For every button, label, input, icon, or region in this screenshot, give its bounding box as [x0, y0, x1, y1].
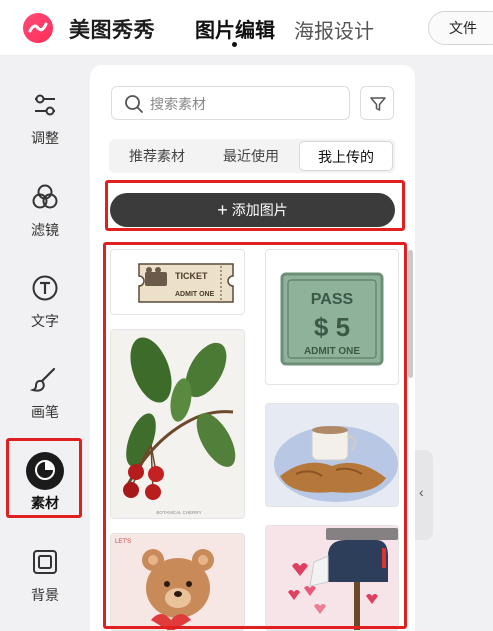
file-button[interactable]: 文件: [428, 11, 493, 45]
tab-recent[interactable]: 最近使用: [205, 139, 297, 173]
filter-button[interactable]: [360, 86, 394, 120]
sidebar-item-background[interactable]: 背景: [0, 547, 90, 627]
material-tabs: 推荐素材 最近使用 我上传的: [109, 139, 395, 173]
text-icon: [32, 275, 58, 301]
funnel-icon: [370, 97, 386, 111]
panel-scrollbar[interactable]: [408, 250, 413, 378]
background-icon: [33, 550, 57, 574]
tab-recommended[interactable]: 推荐素材: [109, 139, 205, 173]
tab-my-uploads[interactable]: 我上传的: [299, 141, 393, 171]
tool-sidebar: 调整 滤镜 文字 画笔 素材 背景: [0, 57, 90, 631]
sidebar-item-label: 滤镜: [31, 222, 59, 238]
sidebar-item-brush[interactable]: 画笔: [0, 364, 90, 444]
sticker-icon: [35, 460, 55, 480]
sidebar-item-filter[interactable]: 滤镜: [0, 182, 90, 262]
sidebar-item-adjust[interactable]: 调整: [0, 90, 90, 170]
active-nav-indicator: [232, 42, 237, 47]
search-icon: [125, 95, 143, 113]
search-box: [111, 86, 350, 120]
panel-collapse-handle[interactable]: ‹: [415, 450, 433, 540]
nav-tab-image-edit[interactable]: 图片编辑: [195, 14, 275, 43]
sidebar-item-label: 画笔: [31, 404, 59, 420]
sidebar-item-label: 文字: [31, 313, 59, 329]
highlight-box-uploads-grid: [103, 242, 407, 629]
search-input[interactable]: [150, 93, 340, 115]
sidebar-item-text[interactable]: 文字: [0, 273, 90, 353]
sticker-panel: 推荐素材 最近使用 我上传的 +添加图片 TICKET ADMIT ONE PA…: [90, 65, 415, 631]
nav-tab-poster-design[interactable]: 海报设计: [294, 15, 374, 44]
highlight-box-add-button: [105, 180, 405, 231]
sidebar-item-label: 调整: [31, 130, 59, 146]
top-bar: 美图秀秀 图片编辑 海报设计 文件: [0, 0, 493, 56]
chevron-left-icon: ‹: [419, 484, 424, 500]
meitu-logo-icon[interactable]: [22, 12, 58, 44]
brush-icon: [30, 367, 56, 392]
sliders-icon: [35, 94, 55, 116]
app-brand: 美图秀秀: [69, 19, 155, 42]
filter-circles-icon: [32, 184, 58, 209]
sidebar-item-label: 背景: [31, 587, 59, 603]
